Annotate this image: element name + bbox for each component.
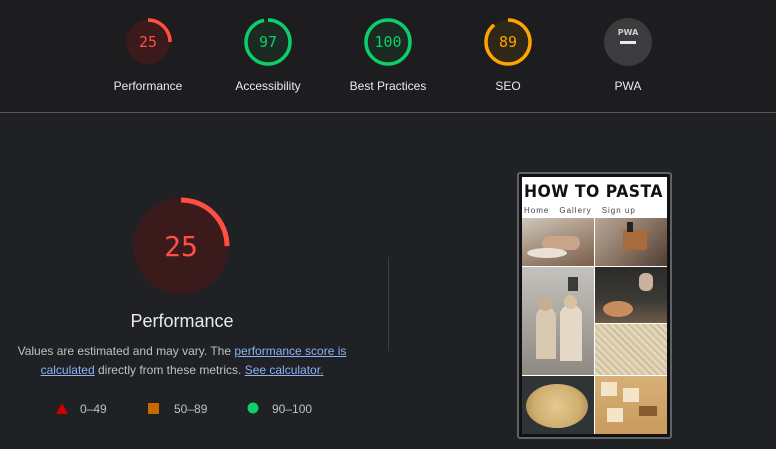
- gauge-accessibility-score: 97: [259, 33, 277, 51]
- legend-fail: 0–49: [56, 402, 107, 416]
- gauge-seo-label: SEO: [495, 79, 521, 93]
- description-text: Values are estimated and may vary. The: [17, 344, 235, 358]
- gauge-seo-score: 89: [499, 33, 517, 51]
- performance-gauge: 25: [132, 197, 230, 295]
- site-nav-gallery: Gallery: [559, 206, 592, 215]
- gauge-accessibility-ring: 97: [244, 18, 292, 66]
- gauge-best-practices-label: Best Practices: [349, 79, 427, 93]
- gauge-performance-ring: 25: [124, 18, 172, 66]
- gauge-best-practices-score: 100: [374, 33, 401, 51]
- performance-score: 25: [164, 230, 198, 263]
- score-summary-bar: 25 Performance 97 Accessibility 100 Best…: [0, 0, 776, 113]
- legend-pass: 90–100: [247, 402, 312, 416]
- gauge-best-practices-ring: 100: [364, 18, 412, 66]
- performance-section: 25 Performance Values are estimated and …: [0, 114, 776, 449]
- see-calculator-link[interactable]: See calculator.: [245, 363, 324, 377]
- gauge-seo[interactable]: 89 SEO: [448, 17, 568, 93]
- square-icon: [148, 403, 159, 414]
- site-nav-signup: Sign up: [601, 206, 636, 215]
- site-title: HOW TO PASTA: [524, 182, 663, 202]
- svg-text:PWA: PWA: [618, 28, 639, 37]
- gauge-accessibility-label: Accessibility: [235, 79, 301, 93]
- legend-average: 50–89: [148, 402, 207, 416]
- pwa-badge-icon: PWA: [604, 18, 652, 66]
- gauge-performance-score: 25: [139, 33, 157, 51]
- legend-pass-range: 90–100: [272, 402, 313, 416]
- gauge-performance[interactable]: 25 Performance: [88, 17, 208, 93]
- performance-title: Performance: [130, 311, 234, 331]
- gauge-accessibility[interactable]: 97 Accessibility: [208, 17, 328, 93]
- photo-ravioli: [595, 376, 667, 434]
- gauge-seo-ring: 89: [484, 18, 532, 66]
- final-screenshot[interactable]: HOW TO PASTA Home Gallery Sign up: [517, 172, 672, 439]
- description-text: directly from these metrics.: [94, 363, 245, 377]
- legend-average-range: 50–89: [174, 402, 208, 416]
- gauge-pwa[interactable]: PWA PWA: [568, 17, 688, 93]
- gauge-performance-label: Performance: [113, 79, 183, 93]
- triangle-icon: [56, 403, 68, 414]
- section-divider: [388, 257, 389, 351]
- gauge-pwa-label: PWA: [614, 79, 642, 93]
- site-nav: Home Gallery Sign up: [524, 206, 646, 215]
- site-preview: HOW TO PASTA Home Gallery Sign up: [522, 177, 667, 434]
- photo-flour-sprinkle: [595, 267, 667, 323]
- gauge-best-practices[interactable]: 100 Best Practices: [328, 17, 448, 93]
- legend-fail-range: 0–49: [80, 402, 107, 416]
- site-nav-home: Home: [524, 206, 550, 215]
- photo-two-women-cooking: [522, 267, 594, 375]
- photo-hands-dough: [522, 218, 594, 266]
- photo-fresh-pasta: [595, 324, 667, 375]
- photo-gnocchi: [522, 376, 594, 434]
- photo-pasta-machine: [595, 218, 667, 266]
- performance-description: Values are estimated and may vary. The p…: [8, 342, 356, 380]
- circle-icon: [247, 402, 259, 414]
